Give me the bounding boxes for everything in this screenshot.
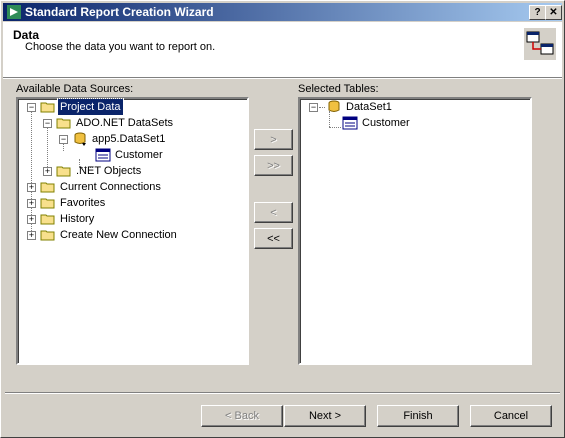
next-button[interactable]: Next > <box>284 405 366 427</box>
footer-separator <box>5 392 560 394</box>
wizard-header: Data Choose the data you want to report … <box>3 22 562 78</box>
step-subtitle: Choose the data you want to report on. <box>25 41 216 53</box>
folder-icon <box>40 182 55 193</box>
add-button[interactable]: > <box>254 129 293 150</box>
table-icon <box>342 116 358 130</box>
back-button[interactable]: < Back <box>201 405 283 427</box>
selected-tables-tree[interactable]: − DataSet1 Customer <box>298 97 532 365</box>
title-bar[interactable]: Standard Report Creation Wizard ? ✕ <box>3 3 562 21</box>
selected-tables-label: Selected Tables: <box>298 83 379 95</box>
collapse-toggle[interactable]: − <box>27 103 36 112</box>
tree-connector <box>63 143 64 151</box>
help-button[interactable]: ? <box>529 5 546 20</box>
folder-icon <box>56 166 71 177</box>
close-button[interactable]: ✕ <box>545 5 562 20</box>
available-sources-tree[interactable]: − Project Data − ADO.NET DataSets − app5… <box>16 97 249 365</box>
expand-toggle[interactable]: + <box>27 199 36 208</box>
dataset-icon <box>328 100 340 112</box>
step-title: Data <box>13 28 40 42</box>
folder-icon <box>56 118 71 129</box>
wizard-window: Standard Report Creation Wizard ? ✕ Data… <box>0 0 565 438</box>
tree-connector <box>329 127 341 128</box>
folder-icon <box>40 214 55 225</box>
remove-button[interactable]: < <box>254 202 293 223</box>
collapse-toggle[interactable]: − <box>309 103 318 112</box>
expand-toggle[interactable]: + <box>27 215 36 224</box>
expand-toggle[interactable]: + <box>27 231 36 240</box>
add-all-button[interactable]: >> <box>254 155 293 176</box>
table-icon <box>95 148 111 162</box>
expand-toggle[interactable]: + <box>27 183 36 192</box>
crystal-reports-icon <box>7 5 21 19</box>
remove-all-button[interactable]: << <box>254 228 293 249</box>
collapse-toggle[interactable]: − <box>59 135 68 144</box>
window-title: Standard Report Creation Wizard <box>25 5 214 19</box>
collapse-toggle[interactable]: − <box>43 119 52 128</box>
folder-open-icon <box>40 102 55 113</box>
tree-connector <box>319 107 325 108</box>
available-sources-label: Available Data Sources: <box>16 83 134 95</box>
cancel-button[interactable]: Cancel <box>470 405 552 427</box>
finish-button[interactable]: Finish <box>377 405 459 427</box>
folder-icon <box>40 198 55 209</box>
header-divider <box>3 78 562 79</box>
folder-icon <box>40 230 55 241</box>
data-tables-icon <box>524 28 556 60</box>
dataset-icon <box>74 132 86 146</box>
expand-toggle[interactable]: + <box>43 167 52 176</box>
